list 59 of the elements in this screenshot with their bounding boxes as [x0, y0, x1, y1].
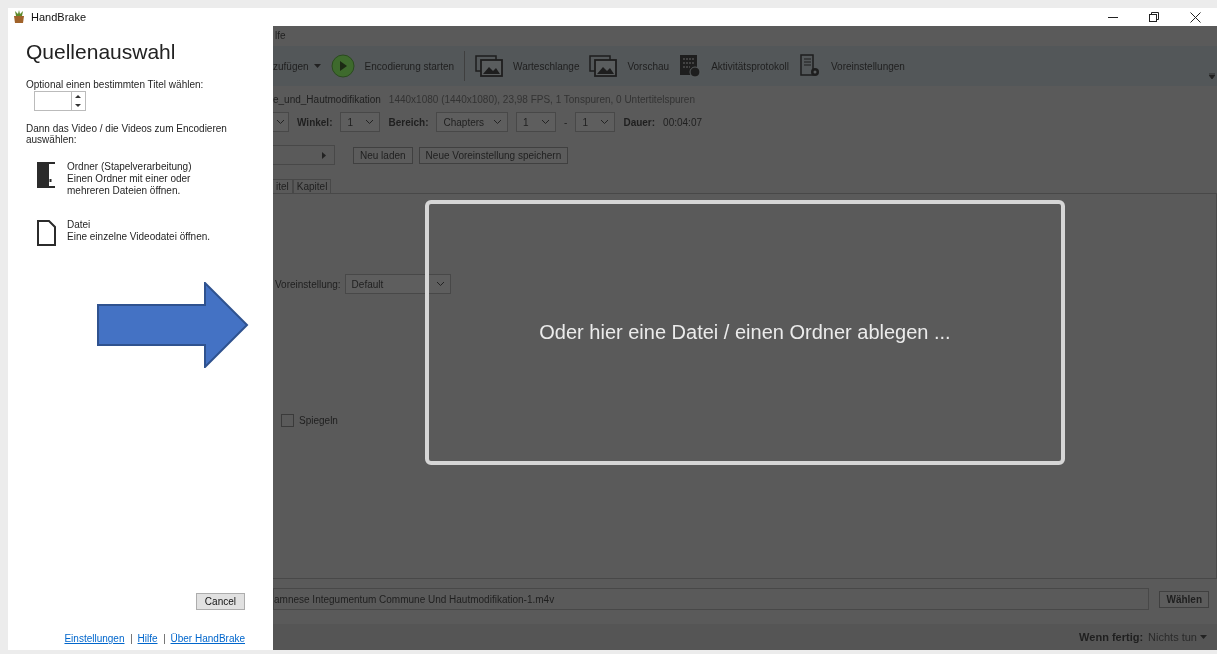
drop-zone-text: Oder hier eine Datei / einen Ordner ablegen ... [539, 321, 951, 344]
caret-icon [313, 64, 321, 68]
field-label: Voreinstellung: [275, 278, 341, 290]
menu-item[interactable]: lfe [275, 29, 286, 41]
dropdown[interactable]: 1 [340, 112, 381, 132]
field-label: Winkel: [297, 116, 333, 128]
app-logo-icon [12, 10, 26, 24]
preset-menu[interactable] [273, 145, 335, 165]
dropdown[interactable]: 1 [575, 112, 616, 132]
footer-link[interactable]: Über HandBrake [170, 633, 245, 644]
caret-icon [1200, 635, 1207, 639]
browse-button[interactable]: Wählen [1159, 590, 1209, 608]
dropdown[interactable] [273, 112, 289, 132]
settings-document-icon[interactable] [798, 54, 821, 78]
chevron-icon [601, 120, 609, 124]
preset-dropdown[interactable]: Default [344, 274, 451, 294]
play-icon[interactable] [330, 54, 355, 78]
pictures-icon[interactable] [589, 55, 618, 77]
destination-field[interactable]: amnese Integumentum Commune Und Hautmodifikation-1.m4v [273, 588, 1150, 610]
field-label: Dauer: [623, 116, 656, 128]
cancel-button[interactable]: Cancel [195, 593, 245, 610]
checkbox-label: Spiegeln [299, 415, 338, 426]
preset-button[interactable]: Neu laden [353, 146, 413, 164]
field-label: Bereich: [388, 116, 429, 128]
checkbox[interactable] [281, 414, 294, 427]
window-title: HandBrake [31, 11, 87, 23]
chevron-icon [366, 120, 374, 124]
field-value: 00:04:07 [663, 116, 703, 128]
restore-icon[interactable] [1149, 11, 1160, 23]
chevron-icon [436, 282, 444, 286]
chevron-icon [494, 120, 502, 124]
panel-heading: Quellenauswahl [26, 40, 177, 64]
drop-zone[interactable]: Oder hier eine Datei / einen Ordner ablegen ... [425, 200, 1065, 465]
field-value: - [564, 116, 568, 128]
pictures-icon[interactable] [475, 55, 504, 77]
source-option[interactable]: Datei Eine einzelne Videodatei öffnen. [36, 219, 255, 247]
chevron-icon [277, 120, 284, 124]
log-icon[interactable] [679, 54, 702, 78]
close-icon[interactable] [1190, 11, 1201, 23]
folder-icon [36, 161, 58, 189]
toolbar-button[interactable]: Voreinstellungen [830, 60, 905, 72]
dropdown[interactable]: Chapters [436, 112, 509, 132]
tab[interactable]: itel [273, 179, 293, 193]
toolbar-button[interactable]: Aktivitätsprotokoll [711, 60, 789, 72]
videos-prompt: Dann das Video / die Videos zum Encodieren auswählen: [26, 123, 228, 145]
source-option[interactable]: Ordner (Stapelverarbeitung) Einen Ordner mit einer oder mehreren Dateien öffnen. [36, 161, 255, 197]
chevron-icon [542, 120, 550, 124]
preset-button[interactable]: Neue Voreinstellung speichern [418, 146, 569, 164]
toolbar-button[interactable]: Encodierung starten [364, 60, 455, 72]
footer-link[interactable]: Hilfe [137, 633, 158, 644]
file-icon [36, 219, 58, 247]
toolbar-dropdown[interactable]: zufügen [273, 60, 321, 72]
source-name: e_und_Hautmodifikation [273, 94, 381, 105]
overflow-icon[interactable] [1209, 73, 1215, 79]
toolbar-button[interactable]: Warteschlange [513, 60, 580, 72]
tab[interactable]: Kapitel [292, 179, 332, 193]
footer-link[interactable]: Einstellungen [64, 633, 125, 644]
title-prompt: Optional einen bestimmten Titel wählen: [26, 79, 205, 90]
arrow-right-icon [322, 151, 326, 159]
